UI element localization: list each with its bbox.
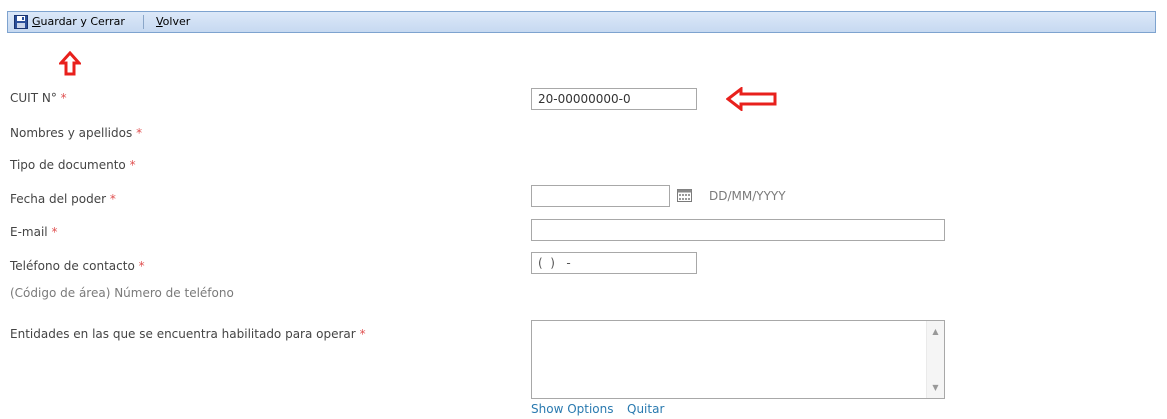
scroll-down-icon[interactable]: ▼	[927, 379, 944, 396]
document-type-label: Tipo de documento *	[10, 158, 136, 172]
phone-format-hint: (Código de área) Número de teléfono	[10, 286, 234, 300]
name-label: Nombres y apellidos *	[10, 126, 143, 140]
required-marker: *	[138, 259, 145, 273]
arrow-left-icon	[726, 87, 777, 111]
phone-input[interactable]	[531, 252, 697, 274]
required-marker: *	[129, 158, 136, 172]
date-input[interactable]	[531, 185, 670, 207]
save-and-close-label: Guardar y Cerrar	[32, 15, 125, 28]
back-button[interactable]: Volver	[156, 12, 190, 32]
required-marker: *	[60, 91, 67, 105]
calendar-icon[interactable]	[677, 189, 692, 202]
show-options-link[interactable]: Show Options	[531, 402, 614, 416]
required-marker: *	[359, 327, 366, 341]
arrow-up-icon	[59, 51, 81, 76]
entities-label: Entidades en las que se encuentra habili…	[10, 327, 366, 341]
scroll-up-icon[interactable]: ▲	[927, 323, 944, 340]
required-marker: *	[109, 192, 116, 206]
cuit-label: CUIT N° *	[10, 91, 67, 105]
entities-list[interactable]: ▲ ▼	[531, 320, 945, 399]
email-input[interactable]	[531, 219, 945, 241]
date-format-hint: DD/MM/YYYY	[709, 189, 786, 203]
phone-label: Teléfono de contacto *	[10, 259, 145, 273]
save-icon	[14, 15, 28, 29]
email-label: E-mail *	[10, 225, 58, 239]
required-marker: *	[136, 126, 143, 140]
remove-link[interactable]: Quitar	[627, 402, 664, 416]
ribbon-toolbar: Guardar y Cerrar Volver	[7, 11, 1156, 33]
date-label: Fecha del poder *	[10, 192, 116, 206]
entities-scrollbar[interactable]: ▲ ▼	[926, 321, 944, 398]
toolbar-separator	[143, 15, 144, 29]
required-marker: *	[51, 225, 58, 239]
cuit-input[interactable]	[531, 88, 697, 110]
